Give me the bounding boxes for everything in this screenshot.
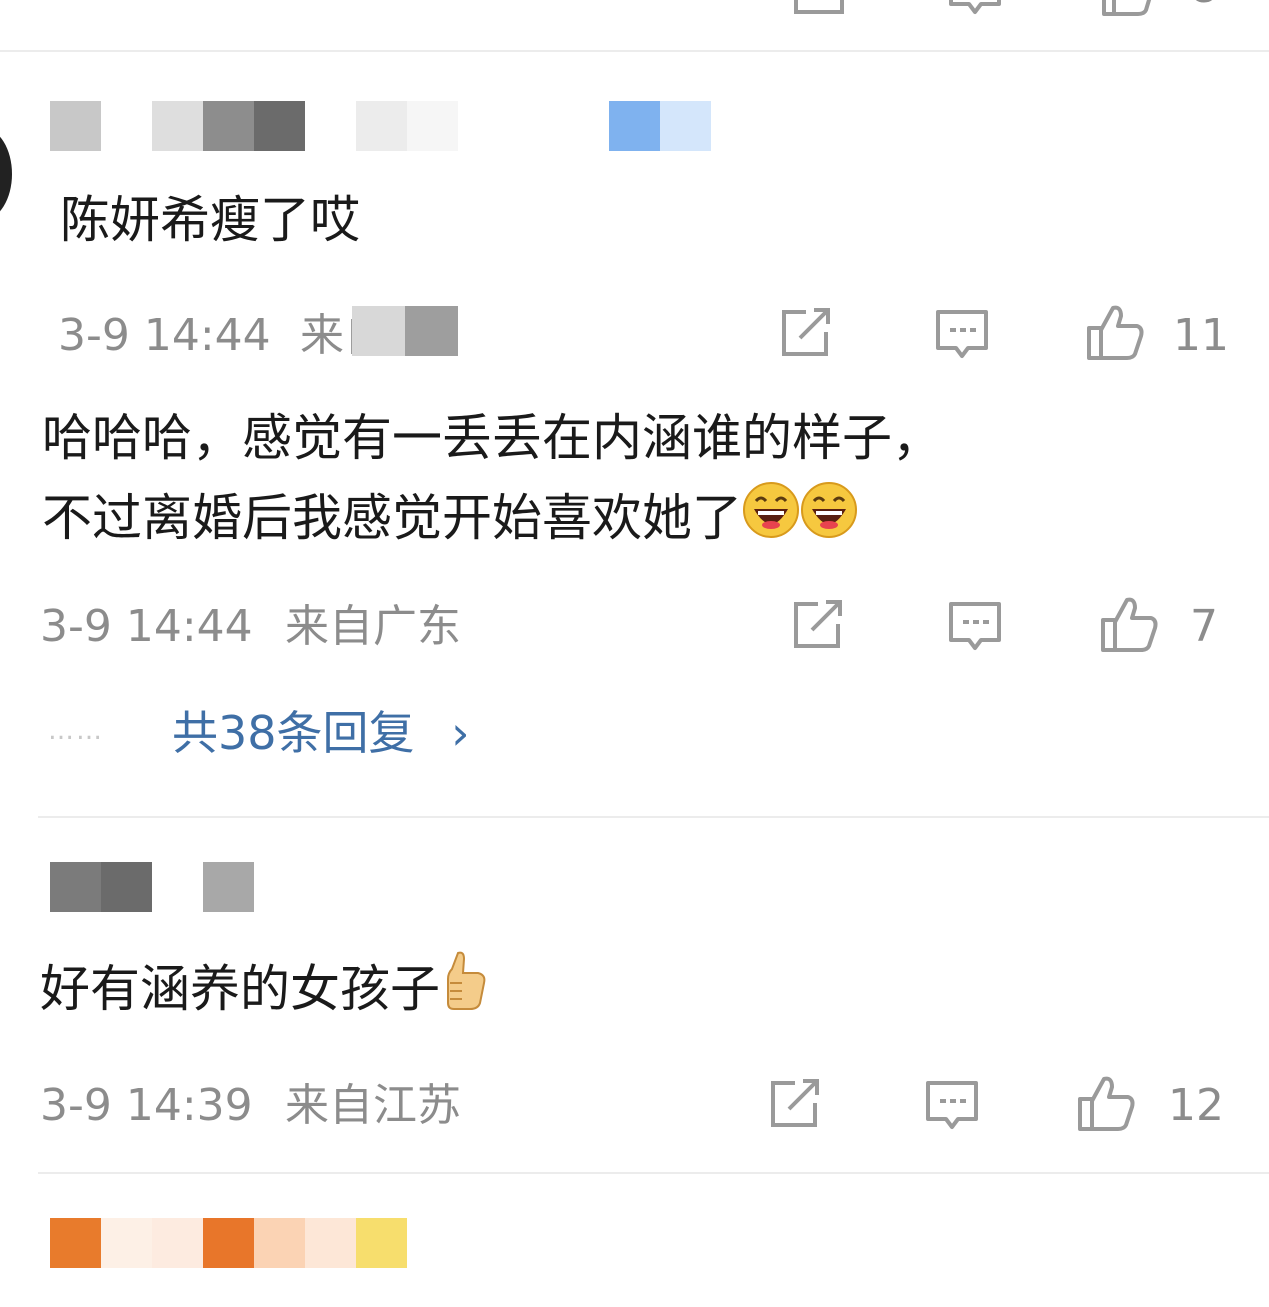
- username-blurred[interactable]: [50, 862, 254, 912]
- comment-icon[interactable]: [945, 0, 1005, 18]
- view-replies-link[interactable]: 共38条回复 ›: [172, 703, 470, 763]
- replies-label: 共38条回复: [172, 706, 415, 760]
- share-icon[interactable]: [765, 1073, 825, 1133]
- divider: [38, 816, 1269, 818]
- laughing-emoji-icon: [742, 480, 800, 564]
- more-dots: ……: [48, 716, 104, 746]
- chevron-right-icon: ›: [451, 706, 470, 760]
- like-count: 8: [1190, 0, 1218, 18]
- thumbs-up-emoji-icon: [440, 949, 490, 1036]
- thumbs-up-icon[interactable]: [1076, 1073, 1136, 1133]
- comment-icon[interactable]: [945, 594, 1005, 654]
- username-blurred[interactable]: [50, 101, 470, 151]
- thumbs-up-icon[interactable]: [1098, 0, 1158, 18]
- avatar[interactable]: [0, 128, 12, 220]
- like-count: 12: [1168, 1080, 1224, 1131]
- like-count: 7: [1190, 601, 1218, 652]
- comment-location: 来自广东: [285, 601, 461, 652]
- username-blurred[interactable]: [50, 1218, 407, 1268]
- divider: [0, 50, 1269, 52]
- comment-icon[interactable]: [922, 1073, 982, 1133]
- comment-text-line2: 不过离婚后我感觉开始喜欢她了: [42, 489, 742, 547]
- like-count: 11: [1173, 310, 1229, 361]
- divider: [38, 1172, 1269, 1174]
- comment-text-line1: 哈哈哈，感觉有一丢丢在内涵谁的样子，: [42, 409, 942, 467]
- comment-text: 好有涵养的女孩子: [40, 960, 440, 1018]
- laughing-emoji-icon: [800, 480, 858, 564]
- comment-location: 来自江苏: [285, 1080, 461, 1131]
- location-blurred: [352, 306, 458, 356]
- share-icon[interactable]: [790, 0, 850, 18]
- share-icon[interactable]: [776, 302, 836, 362]
- thumbs-up-icon[interactable]: [1085, 302, 1145, 362]
- comment-time: 3-9 14:39: [40, 1080, 253, 1131]
- user-badge-blurred: [609, 101, 711, 151]
- thumbs-up-icon[interactable]: [1099, 594, 1159, 654]
- comment-text-wrap: 好有涵养的女孩子: [40, 947, 490, 1036]
- comment-text: 陈妍希瘦了哎: [60, 191, 360, 249]
- comment-icon[interactable]: [932, 302, 992, 362]
- comment-time: 3-9 14:44: [40, 601, 253, 652]
- comment-time: 3-9 14:44: [58, 310, 271, 361]
- comment-text-line2-wrap: 不过离婚后我感觉开始喜欢她了: [42, 476, 858, 564]
- share-icon[interactable]: [788, 594, 848, 654]
